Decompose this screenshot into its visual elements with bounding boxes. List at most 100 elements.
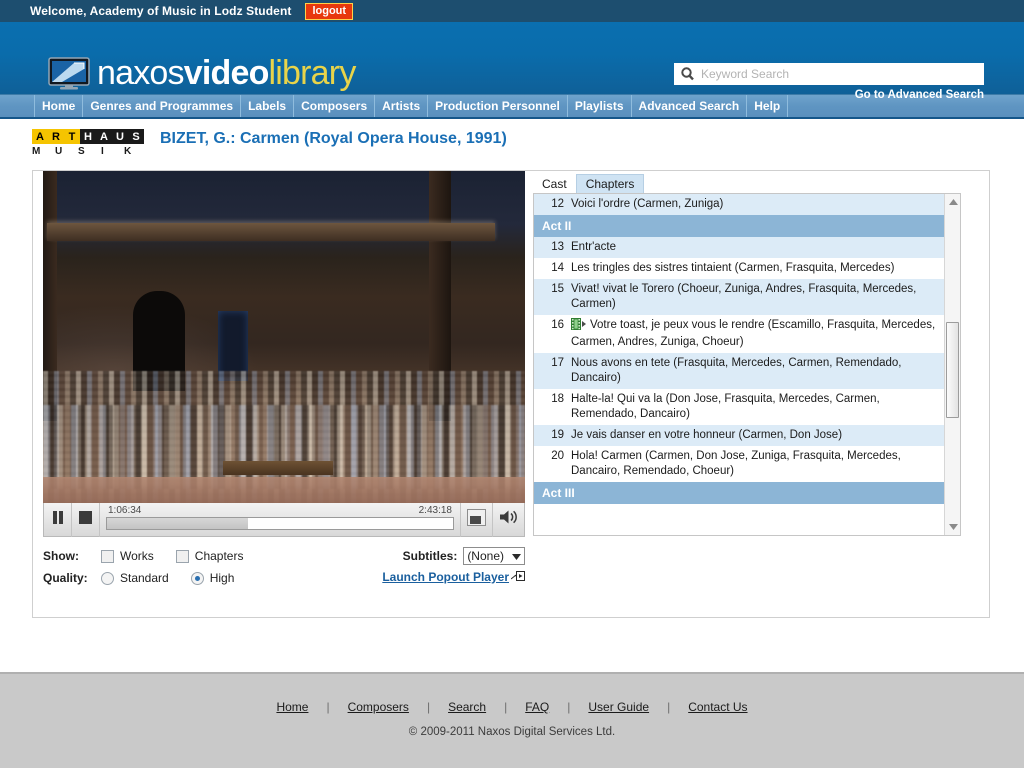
- film-play-icon[interactable]: [571, 318, 587, 335]
- seek-area: 1:06:34 2:43:18: [100, 503, 460, 537]
- site-logo[interactable]: naxosvideolibrary: [48, 56, 356, 90]
- scroll-down-icon[interactable]: [945, 519, 960, 535]
- chapter-title: Voici l'ordre (Carmen, Zuniga): [571, 198, 724, 210]
- subtitles-area: Subtitles: (None) Launch Popout Player: [382, 545, 525, 587]
- launch-popout-player-link[interactable]: Launch Popout Player: [382, 570, 509, 584]
- chapters-checkbox[interactable]: [175, 549, 189, 563]
- chevron-down-icon: [512, 549, 521, 563]
- stage-arch: [47, 223, 495, 241]
- chapter-title: Entr'acte: [571, 241, 617, 253]
- title-row: A R T H A U S M U S I K BIZET, G.: Carme…: [0, 119, 1024, 157]
- chapters-list-wrap: 12 Voici l'ordre (Carmen, Zuniga) Act II…: [533, 193, 961, 536]
- footer-link-search[interactable]: Search: [430, 700, 504, 714]
- arthaus-letter-h: H: [80, 129, 96, 144]
- video-display[interactable]: [43, 171, 525, 503]
- quality-high-label: High: [209, 571, 235, 585]
- tab-cast[interactable]: Cast: [533, 175, 576, 193]
- quality-label: Quality:: [43, 571, 88, 585]
- tab-chapters[interactable]: Chapters: [575, 174, 645, 193]
- scroll-up-icon[interactable]: [945, 194, 960, 210]
- stop-button[interactable]: [72, 502, 100, 537]
- chapter-number: 12: [551, 198, 564, 210]
- quality-standard-radio[interactable]: [101, 571, 114, 585]
- chapter-row[interactable]: 15 Vivat! vivat le Torero (Choeur, Zunig…: [534, 279, 944, 315]
- search-input[interactable]: [697, 65, 983, 83]
- volume-button[interactable]: [492, 502, 524, 537]
- monitor-icon: [48, 56, 90, 90]
- chapters-list: 12 Voici l'ordre (Carmen, Zuniga) Act II…: [534, 194, 944, 535]
- logout-button[interactable]: logout: [305, 2, 354, 20]
- chapter-title-with-icon: Votre toast, je peux vous le rendre (Esc…: [571, 318, 938, 350]
- chapter-title: Les tringles des sistres tintaient (Carm…: [571, 262, 895, 274]
- chapter-number: 14: [551, 262, 564, 274]
- chapters-scrollbar[interactable]: [944, 194, 960, 535]
- footer-link-home[interactable]: Home: [258, 700, 326, 714]
- pause-button[interactable]: [44, 502, 72, 537]
- chapter-title: Nous avons en tete (Frasquita, Mercedes,…: [571, 357, 902, 384]
- search-box[interactable]: [674, 63, 984, 85]
- chapter-title: Vivat! vivat le Torero (Choeur, Zuniga, …: [571, 283, 917, 310]
- arthaus-musik-logo: A R T H A U S M U S I K: [32, 129, 148, 157]
- arthaus-blocks: A R T H A U S: [32, 129, 148, 144]
- brand-library: library: [268, 54, 357, 92]
- arthaus-letter-t: T: [64, 129, 80, 144]
- works-checkbox[interactable]: [101, 549, 114, 563]
- show-label: Show:: [43, 549, 79, 563]
- chapter-row[interactable]: 19 Je vais danser en votre honneur (Carm…: [534, 425, 944, 446]
- fullscreen-icon: [467, 508, 486, 531]
- seek-bar[interactable]: [106, 516, 454, 530]
- footer-link-faq[interactable]: FAQ: [507, 700, 567, 714]
- page-title: BIZET, G.: Carmen (Royal Opera House, 19…: [160, 130, 507, 147]
- act-header-row[interactable]: Act II: [534, 215, 944, 237]
- nav-item-artists[interactable]: Artists: [375, 95, 429, 117]
- chapter-row[interactable]: 14 Les tringles des sistres tintaient (C…: [534, 258, 944, 279]
- current-time: 1:06:34: [108, 504, 142, 516]
- chapter-row[interactable]: 12 Voici l'ordre (Carmen, Zuniga): [534, 194, 944, 215]
- welcome-bar: Welcome, Academy of Music in Lodz Studen…: [0, 0, 1024, 22]
- player-options: Show: Works Chapters Quality: Standard H…: [43, 545, 525, 589]
- footer-link-contact-us[interactable]: Contact Us: [670, 700, 765, 714]
- arthaus-letter-a2: A: [96, 129, 112, 144]
- quality-high-radio[interactable]: [190, 571, 204, 585]
- search-icon: [679, 66, 697, 82]
- page-footer: Home | Composers | Search | FAQ | User G…: [0, 672, 1024, 768]
- main-content-panel: 1:06:34 2:43:18 Show: Works Chapters Qua…: [32, 170, 990, 618]
- chapter-number: 17: [551, 357, 564, 369]
- scroll-thumb[interactable]: [946, 322, 959, 418]
- footer-links: Home | Composers | Search | FAQ | User G…: [0, 700, 1024, 714]
- chapter-number: 15: [551, 283, 564, 295]
- nav-item-production-personnel[interactable]: Production Personnel: [428, 95, 568, 117]
- musik-letter-m: M: [32, 146, 41, 157]
- chapter-row[interactable]: 13 Entr'acte: [534, 237, 944, 258]
- popout-icon[interactable]: [510, 569, 525, 586]
- seek-progress: [107, 517, 248, 529]
- chapter-title: Hola! Carmen (Carmen, Don Jose, Zuniga, …: [571, 450, 901, 477]
- chapter-row[interactable]: 16 Votre toast, je peux vous le rendre (…: [534, 315, 944, 353]
- footer-link-user-guide[interactable]: User Guide: [570, 700, 667, 714]
- advanced-search-link[interactable]: Go to Advanced Search: [674, 89, 984, 101]
- act-header-row[interactable]: Act III: [534, 482, 944, 504]
- chapter-row[interactable]: 20 Hola! Carmen (Carmen, Don Jose, Zunig…: [534, 446, 944, 482]
- nav-item-labels[interactable]: Labels: [241, 95, 295, 117]
- subtitles-row: Subtitles: (None): [382, 545, 525, 567]
- chapter-row[interactable]: 17 Nous avons en tete (Frasquita, Merced…: [534, 353, 944, 389]
- nav-item-genres-and-programmes[interactable]: Genres and Programmes: [83, 95, 242, 117]
- pause-icon: [52, 510, 64, 529]
- nav-item-composers[interactable]: Composers: [294, 95, 376, 117]
- arthaus-letter-s: S: [128, 129, 144, 144]
- subtitles-select[interactable]: (None): [463, 547, 525, 565]
- fullscreen-button[interactable]: [460, 502, 492, 537]
- chapter-number: 20: [551, 450, 564, 462]
- video-player-column: 1:06:34 2:43:18 Show: Works Chapters Qua…: [43, 171, 525, 589]
- page-body: A R T H A U S M U S I K BIZET, G.: Carme…: [0, 119, 1024, 662]
- arthaus-letter-a: A: [32, 129, 48, 144]
- chapter-row[interactable]: 18 Halte-la! Qui va la (Don Jose, Frasqu…: [534, 389, 944, 425]
- chapter-title: Votre toast, je peux vous le rendre (Esc…: [571, 319, 936, 348]
- popout-row: Launch Popout Player: [382, 567, 525, 587]
- arthaus-letter-r: R: [48, 129, 64, 144]
- chapter-title: Halte-la! Qui va la (Don Jose, Frasquita…: [571, 393, 880, 420]
- info-tabs: Cast Chapters: [533, 174, 961, 193]
- footer-link-composers[interactable]: Composers: [330, 700, 427, 714]
- nav-item-playlists[interactable]: Playlists: [568, 95, 632, 117]
- nav-item-home[interactable]: Home: [34, 95, 84, 117]
